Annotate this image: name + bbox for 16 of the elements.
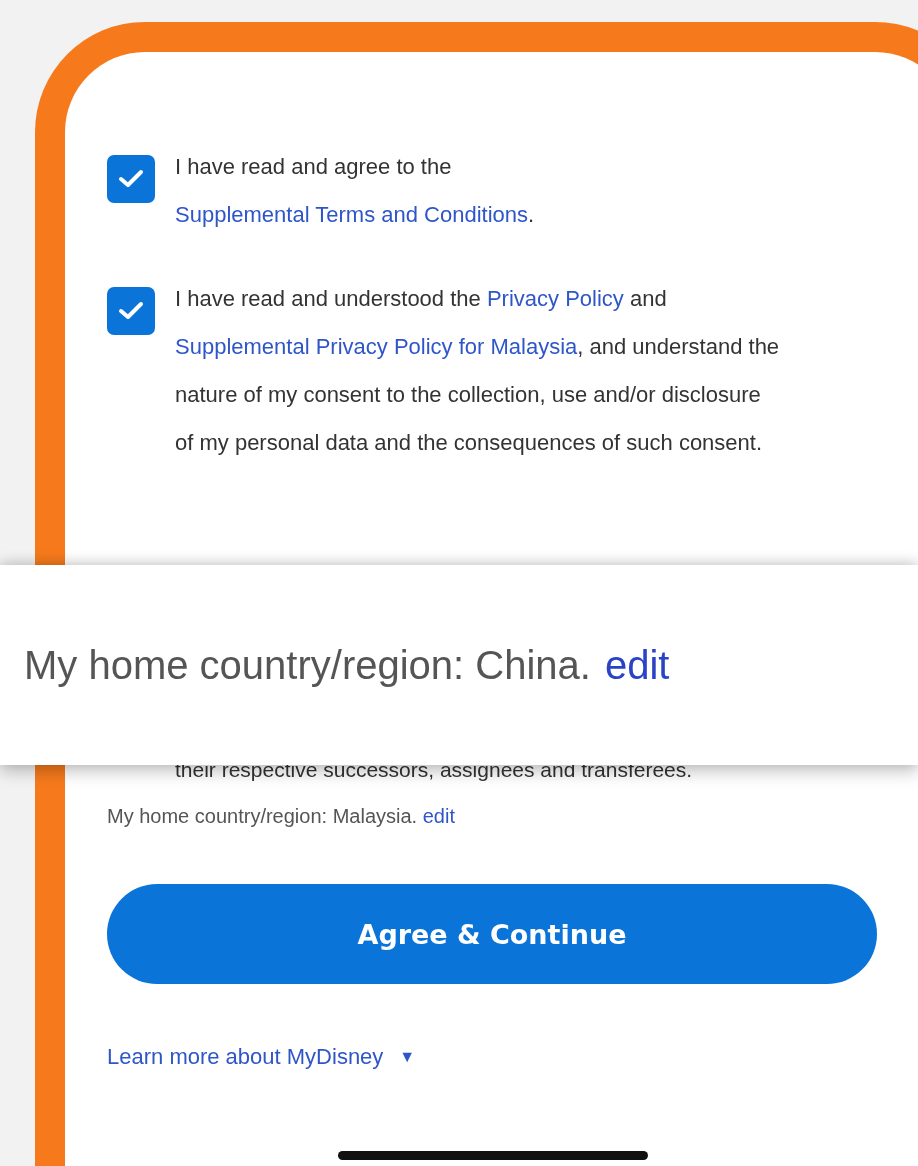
policy-link[interactable]: Supplemental Terms and Conditions xyxy=(175,202,529,227)
policy-link[interactable]: Supplemental Privacy Policy for Malaysia xyxy=(175,334,578,359)
consent-text: I have read and understood the Privacy Policy and Supplemental Privacy Policy for Malaysia, and understand the nature of my consent to the collection, use and/or disclosure of my personal data and the consequences of such consent. xyxy=(175,285,781,457)
learn-more-link[interactable]: Learn more about MyDisney ▼ xyxy=(107,1044,416,1070)
checkbox[interactable] xyxy=(107,155,155,203)
home-region-text: My home country/region: Malaysia. edit xyxy=(107,805,456,828)
policy-link[interactable]: Privacy Policy xyxy=(486,286,624,311)
agree-continue-button[interactable]: Agree & Continue xyxy=(107,884,877,984)
checkmark-icon xyxy=(118,301,144,321)
checkmark-icon xyxy=(118,169,144,189)
callout-text: My home country/region: China. xyxy=(24,642,591,688)
consent-text: I have read and agree to the Supplemental Terms and Conditions. xyxy=(175,153,536,229)
edit-link[interactable]: edit xyxy=(604,642,670,688)
checkbox[interactable] xyxy=(107,287,155,335)
edit-link[interactable]: edit xyxy=(422,805,455,827)
caret-icon: ▼ xyxy=(399,1048,416,1066)
